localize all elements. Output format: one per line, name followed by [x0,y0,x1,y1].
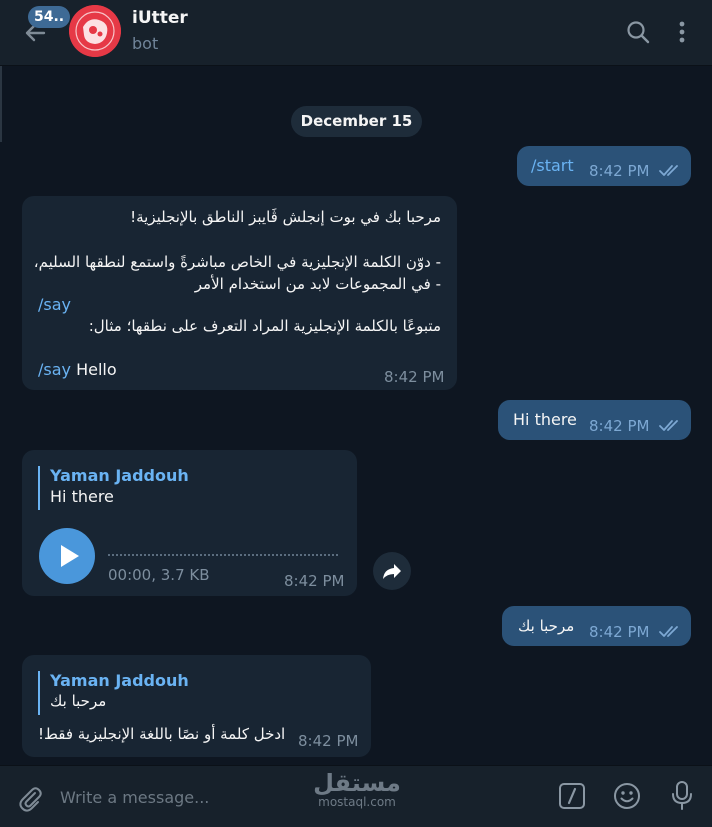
message-outgoing[interactable]: /start 8:42 PM [517,146,691,186]
emoji-icon[interactable] [613,782,641,810]
chat-header: 54.. iUtter bot [0,0,712,66]
message-incoming[interactable]: Yaman Jaddouh مرحبا بك ادخل كلمة أو نصًا… [22,655,371,757]
example-word: Hello [76,360,117,379]
message-text[interactable]: Hi there [513,410,577,429]
message-text[interactable]: ادخل كلمة أو نصًا باللغة الإنجليزية فقط! [38,725,285,743]
play-button[interactable] [39,528,95,584]
message-incoming-audio[interactable]: Yaman Jaddouh Hi there 00:00, 3.7 KB 8:4… [22,450,357,596]
bot-logo-icon [69,5,121,57]
chat-title[interactable]: iUtter [132,8,188,28]
reply-quote[interactable]: Yaman Jaddouh مرحبا بك [38,671,189,715]
reply-author: Yaman Jaddouh [50,466,189,485]
play-icon [61,545,79,567]
share-icon [383,564,401,579]
message-incoming[interactable]: مرحبا بك في بوت إنجلش ڤَايبز الناطق بالإ… [22,196,457,390]
command-link[interactable]: /say [38,360,71,379]
message-time: 8:42 PM [384,368,445,386]
message-line: - في المجموعات لابد من استخدام الأمر [194,275,441,293]
double-check-icon [659,165,678,176]
more-vert-icon[interactable] [670,18,694,46]
share-button[interactable] [373,552,411,590]
message-time: 8:42 PM [298,732,359,750]
audio-info: 00:00, 3.7 KB [108,566,210,584]
unread-count-badge: 54.. [28,6,71,28]
date-separator: December 15 [291,106,422,137]
message-example: /say Hello [38,360,117,379]
message-text[interactable]: /start [531,156,574,175]
watermark-site: mostaql.com [318,795,396,809]
message-outgoing[interactable]: مرحبا بك 8:42 PM [502,606,691,646]
message-outgoing[interactable]: Hi there 8:42 PM [498,400,691,440]
message-time: 8:42 PM [589,417,650,435]
message-line: متبوعًا بالكلمة الإنجليزية المراد التعرف… [88,317,441,335]
audio-waveform[interactable] [108,554,338,556]
message-time: 8:42 PM [589,623,650,641]
bot-command-icon[interactable] [558,782,586,810]
message-input[interactable] [60,780,520,814]
watermark-text: مستقل [313,769,401,797]
paperclip-icon[interactable] [16,784,44,812]
reply-text: Hi there [50,487,114,506]
search-icon[interactable] [624,18,652,46]
chat-subtitle: bot [132,34,159,53]
message-line: - دوّن الكلمة الإنجليزية في الخاص مباشرة… [33,253,441,271]
reply-quote[interactable]: Yaman Jaddouh Hi there [38,466,189,510]
double-check-icon [659,420,678,431]
watermark-logo: مستقل mostaql.com [312,770,402,808]
microphone-icon[interactable] [670,780,694,812]
message-time: 8:42 PM [284,572,345,590]
avatar[interactable] [69,5,121,57]
reply-author: Yaman Jaddouh [50,671,189,690]
message-line: مرحبا بك في بوت إنجلش ڤَايبز الناطق بالإ… [130,208,441,226]
message-time: 8:42 PM [589,162,650,180]
double-check-icon [659,626,678,637]
reply-text: مرحبا بك [50,692,107,710]
scrollbar-track[interactable] [0,66,2,142]
command-link[interactable]: /say [38,295,71,314]
message-text[interactable]: مرحبا بك [518,617,574,635]
